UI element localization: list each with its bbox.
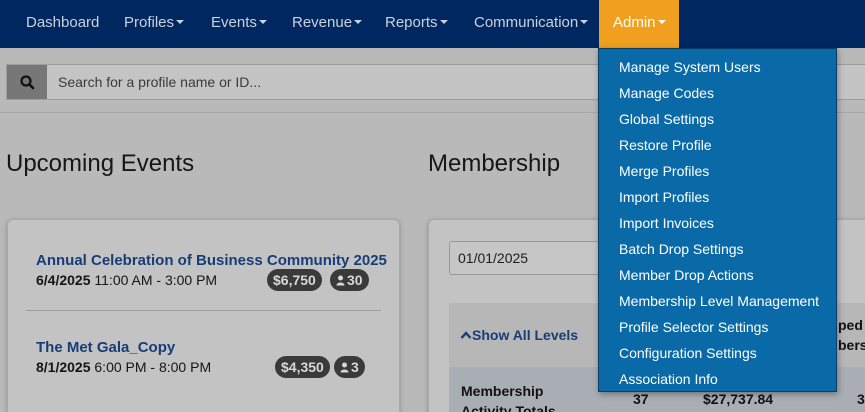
person-icon — [336, 275, 345, 286]
row-amount: $27,737.84 — [703, 391, 774, 407]
caret-down-icon — [439, 20, 448, 25]
caret-down-icon — [354, 20, 363, 25]
event-title-link[interactable]: The Met Gala_Copy — [36, 339, 175, 356]
event-time: 11:00 AM - 3:00 PM — [94, 272, 218, 288]
nav-reports-label: Reports — [385, 14, 438, 31]
event-revenue: $4,350 — [281, 359, 324, 375]
row-count: 37 — [633, 391, 649, 407]
row-label-line: Activity Totals — [461, 403, 556, 412]
nav-profiles-label: Profiles — [124, 14, 175, 31]
menu-item-merge-profiles[interactable]: Merge Profiles — [619, 163, 709, 179]
event-datetime: 6/4/2025 11:00 AM - 3:00 PM — [36, 272, 217, 288]
nav-admin[interactable]: Admin — [599, 0, 679, 48]
menu-item-manage-codes[interactable]: Manage Codes — [619, 85, 714, 101]
nav-dashboard[interactable]: Dashboard — [26, 0, 99, 48]
nav-events[interactable]: Events — [211, 0, 267, 48]
event-datetime: 8/1/2025 6:00 PM - 8:00 PM — [36, 359, 211, 375]
membership-start-date-input[interactable]: 01/01/2025 — [449, 241, 619, 275]
event-time: 6:00 PM - 8:00 PM — [94, 359, 212, 375]
caret-down-icon — [176, 20, 185, 25]
event-title-link[interactable]: Annual Celebration of Business Community… — [36, 252, 387, 269]
event-attendee-badge: 3 — [334, 356, 365, 378]
caret-up-icon — [460, 331, 472, 339]
column-header-fragment: ped — [838, 317, 863, 333]
event-divider — [26, 310, 381, 311]
column-header-fragment: bers — [838, 337, 865, 353]
menu-item-configuration-settings[interactable]: Configuration Settings — [619, 345, 757, 361]
nav-communication-label: Communication — [474, 14, 579, 31]
row-count-2: 37 — [857, 391, 865, 407]
nav-communication[interactable]: Communication — [474, 0, 589, 48]
caret-down-icon — [258, 20, 267, 25]
nav-events-label: Events — [211, 14, 257, 31]
nav-revenue[interactable]: Revenue — [292, 0, 363, 48]
menu-item-profile-selector-settings[interactable]: Profile Selector Settings — [619, 319, 768, 335]
nav-revenue-label: Revenue — [292, 14, 353, 31]
show-all-levels-label: Show All Levels — [472, 327, 579, 343]
upcoming-events-card: Annual Celebration of Business Community… — [7, 219, 400, 412]
menu-item-manage-system-users[interactable]: Manage System Users — [619, 59, 761, 75]
menu-item-batch-drop-settings[interactable]: Batch Drop Settings — [619, 241, 744, 257]
menu-item-association-info[interactable]: Association Info — [619, 371, 718, 387]
nav-dashboard-label: Dashboard — [26, 14, 100, 31]
nav-profiles[interactable]: Profiles — [124, 0, 185, 48]
top-navbar: Dashboard Profiles Events Revenue Report… — [0, 0, 865, 48]
caret-down-icon — [580, 20, 589, 25]
row-label: Membership Activity Totals — [461, 381, 556, 412]
event-revenue: $6,750 — [273, 272, 316, 288]
menu-item-membership-level-management[interactable]: Membership Level Management — [619, 293, 819, 309]
menu-item-global-settings[interactable]: Global Settings — [619, 111, 714, 127]
event-attendees: 30 — [347, 272, 363, 288]
show-all-levels-link[interactable]: Show All Levels — [460, 327, 578, 343]
admin-dropdown-menu: Manage System Users Manage Codes Global … — [598, 48, 837, 392]
membership-title: Membership — [428, 150, 561, 177]
event-attendees: 3 — [351, 359, 359, 375]
event-revenue-badge: $6,750 — [267, 269, 322, 291]
search-button[interactable] — [7, 65, 47, 99]
nav-admin-label: Admin — [613, 14, 656, 31]
menu-item-restore-profile[interactable]: Restore Profile — [619, 137, 712, 153]
row-label-line: Membership — [461, 383, 544, 399]
event-date: 8/1/2025 — [36, 359, 91, 375]
caret-down-icon — [657, 20, 666, 25]
event-date: 6/4/2025 — [36, 272, 91, 288]
menu-item-import-invoices[interactable]: Import Invoices — [619, 215, 714, 231]
search-icon — [20, 75, 35, 90]
menu-item-import-profiles[interactable]: Import Profiles — [619, 189, 709, 205]
menu-item-member-drop-actions[interactable]: Member Drop Actions — [619, 267, 754, 283]
person-icon — [340, 362, 349, 373]
event-attendee-badge: 30 — [330, 269, 369, 291]
upcoming-events-title: Upcoming Events — [6, 150, 195, 177]
nav-reports[interactable]: Reports — [385, 0, 448, 48]
event-revenue-badge: $4,350 — [275, 356, 330, 378]
